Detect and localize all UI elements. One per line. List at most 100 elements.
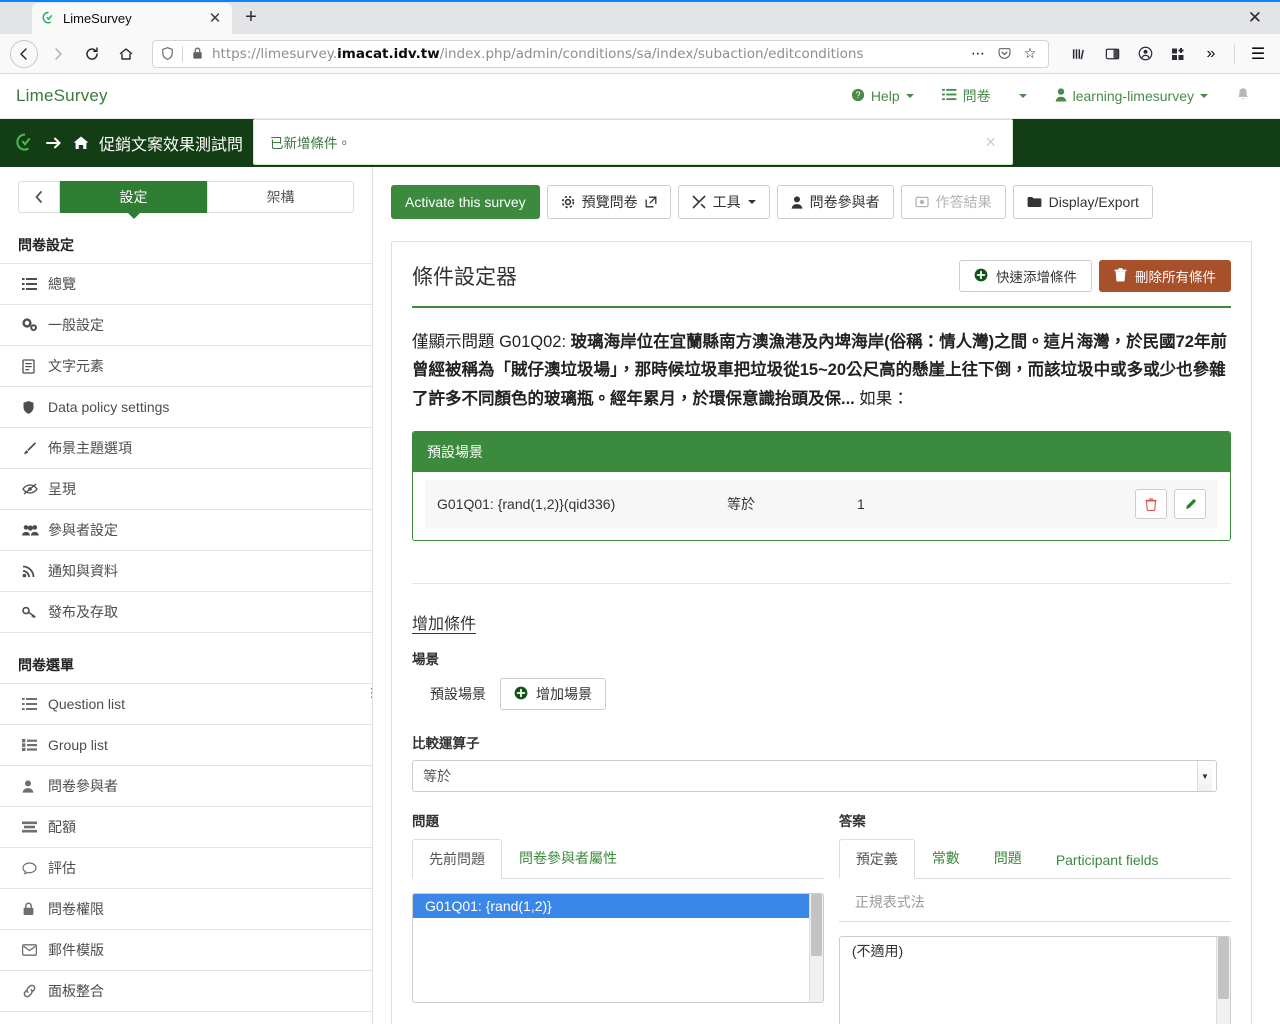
answer-listbox[interactable]: (不適用)	[838, 936, 1231, 1024]
tab-label: 問題	[993, 850, 1022, 867]
sidebar-item-group-list[interactable]: Group list	[0, 725, 372, 766]
eye-slash-icon	[22, 483, 39, 495]
list-alt-icon	[22, 739, 39, 751]
close-icon[interactable]: ✕	[206, 10, 224, 28]
home-button[interactable]	[110, 38, 142, 70]
key-icon	[22, 605, 39, 619]
shield-icon	[22, 400, 39, 415]
shield-icon[interactable]	[159, 45, 176, 62]
home-icon[interactable]	[72, 135, 90, 151]
sidebar-item-data-policy-settings[interactable]: Data policy settings	[0, 387, 372, 428]
quick-add-condition-button[interactable]: 快速添增條件	[959, 260, 1092, 292]
activate-survey-button[interactable]: Activate this survey	[391, 185, 540, 219]
sidebar-item-label: 問卷參與者	[48, 778, 118, 794]
user-icon	[791, 195, 803, 209]
sidebar-item-assessments[interactable]: 評估	[0, 848, 372, 889]
app-logo[interactable]: LimeSurvey	[16, 86, 108, 106]
list-item[interactable]: G01Q01: {rand(1,2)}	[413, 894, 823, 919]
sidebar-item-label: 文字元素	[48, 358, 104, 374]
question-statement-suffix: 如果：	[854, 389, 909, 408]
subtab-regex[interactable]: 正規表式法	[839, 883, 941, 921]
forward-button[interactable]	[42, 38, 74, 70]
browser-tab-title: LimeSurvey	[63, 11, 132, 26]
tab-predefined[interactable]: 預定義	[838, 839, 915, 880]
sidebar-item-publication-access[interactable]: 發布及存取	[0, 592, 372, 633]
tab-participant-attributes[interactable]: 問卷參與者屬性	[502, 838, 634, 878]
help-menu[interactable]: ? Help	[837, 74, 928, 119]
window-close-icon[interactable]: ✕	[1240, 9, 1270, 26]
tab-participant-fields[interactable]: Participant fields	[1039, 842, 1176, 878]
tools-menu-button[interactable]: 工具	[677, 185, 770, 219]
surveys-caret[interactable]	[1005, 74, 1041, 119]
sidebar-item-notifications-data[interactable]: 通知與資料	[0, 551, 372, 592]
responses-button[interactable]: 作答結果	[900, 185, 1006, 219]
toolbar-divider	[1234, 43, 1235, 64]
quota-icon	[22, 821, 39, 833]
sidebar-item-participant-settings[interactable]: 參與者設定	[0, 510, 372, 551]
display-export-button[interactable]: Display/Export	[1012, 185, 1153, 219]
survey-title: 促銷文案效果測試問	[99, 137, 244, 154]
new-tab-button[interactable]: +	[236, 2, 266, 32]
close-icon[interactable]: ×	[985, 133, 996, 151]
browser-tab[interactable]: LimeSurvey ✕	[32, 3, 232, 34]
survey-action-toolbar: Activate this survey 預覽問卷 工具 問卷參與者 作答結果 …	[391, 185, 1252, 219]
tab-settings[interactable]: 設定	[60, 181, 207, 219]
panel-header: 條件設定器 快速添增條件 刪除所有條件	[412, 260, 1231, 308]
link-icon	[22, 984, 39, 998]
edit-condition-button[interactable]	[1174, 489, 1206, 520]
sidebar-collapse-button[interactable]	[18, 181, 60, 213]
sidebar-item-panel-integration[interactable]: 面板整合	[0, 971, 372, 1012]
answer-field-label: 答案	[838, 814, 866, 830]
sidebar-item-label: 評估	[48, 860, 76, 876]
tab-question[interactable]: 問題	[977, 838, 1039, 878]
app-topbar: LimeSurvey ? Help 問卷 learning-limesurvey	[0, 74, 1280, 119]
sidebar-item-text-elements[interactable]: 文字元素	[0, 346, 372, 387]
sidebar-icon[interactable]	[1096, 38, 1128, 70]
extensions-icon[interactable]	[1162, 38, 1194, 70]
scenario-header: 預設場景	[413, 432, 1230, 473]
sidebar-resize-handle[interactable]: ⋮	[366, 679, 373, 707]
survey-sidebar: 設定 架構 問卷設定 總覽 一般設定 文字元素 Data policy sett…	[0, 167, 373, 1024]
tab-previous-questions[interactable]: 先前問題	[412, 839, 502, 880]
page-actions-icon[interactable]: ⋯	[966, 42, 990, 66]
url-bar[interactable]: https://limesurvey.imacat.idv.tw/index.p…	[152, 39, 1049, 68]
library-icon[interactable]	[1063, 38, 1095, 70]
sidebar-item-question-list[interactable]: Question list	[0, 684, 372, 725]
reload-button[interactable]	[76, 38, 108, 70]
sidebar-item-presentation[interactable]: 呈現	[0, 469, 372, 510]
back-button[interactable]	[10, 39, 38, 68]
tab-constant[interactable]: 常數	[915, 838, 977, 878]
lock-icon[interactable]	[189, 45, 206, 62]
sidebar-item-label: 通知與資料	[48, 563, 118, 579]
app-menu-icon[interactable]: ☰	[1242, 38, 1274, 70]
preview-survey-button[interactable]: 預覽問卷	[546, 185, 671, 219]
notifications-button[interactable]	[1222, 74, 1264, 119]
tab-structure[interactable]: 架構	[207, 181, 354, 213]
sidebar-item-quotas[interactable]: 配額	[0, 807, 372, 848]
overflow-icon[interactable]: »	[1195, 38, 1227, 70]
list-item[interactable]: (不適用)	[840, 937, 1230, 965]
sidebar-item-theme-options[interactable]: 佈景主題選項	[0, 428, 372, 469]
account-icon[interactable]	[1129, 38, 1161, 70]
sidebar-item-general-settings[interactable]: 一般設定	[0, 305, 372, 346]
pocket-icon[interactable]	[992, 42, 1016, 66]
sidebar-item-survey-permissions[interactable]: 問卷權限	[0, 889, 372, 930]
add-scenario-button[interactable]: 增加場景	[500, 678, 606, 711]
tab-label: 問卷參與者屬性	[519, 850, 617, 867]
user-menu[interactable]: learning-limesurvey	[1041, 74, 1222, 119]
listbox-scrollbar[interactable]	[808, 894, 823, 1003]
bookmark-star-icon[interactable]: ☆	[1018, 42, 1042, 66]
listbox-scrollbar[interactable]	[1216, 937, 1230, 1024]
delete-all-conditions-button[interactable]: 刪除所有條件	[1099, 260, 1231, 292]
sidebar-item-overview[interactable]: 總覽	[0, 264, 372, 305]
quick-add-condition-label: 快速添增條件	[996, 270, 1077, 285]
sidebar-item-email-templates[interactable]: 郵件模版	[0, 930, 372, 971]
question-listbox[interactable]: G01Q01: {rand(1,2)}	[412, 893, 824, 1004]
condition-question: G01Q01: {rand(1,2)}(qid336)	[437, 496, 616, 513]
survey-participants-button[interactable]: 問卷參與者	[776, 185, 894, 219]
comparison-operator-select[interactable]: 等於 ▼	[412, 760, 1217, 793]
surveys-menu[interactable]: 問卷	[928, 74, 1005, 119]
delete-condition-button[interactable]	[1135, 489, 1167, 520]
sidebar-item-survey-participants[interactable]: 問卷參與者	[0, 766, 372, 807]
tools-icon	[692, 195, 706, 209]
